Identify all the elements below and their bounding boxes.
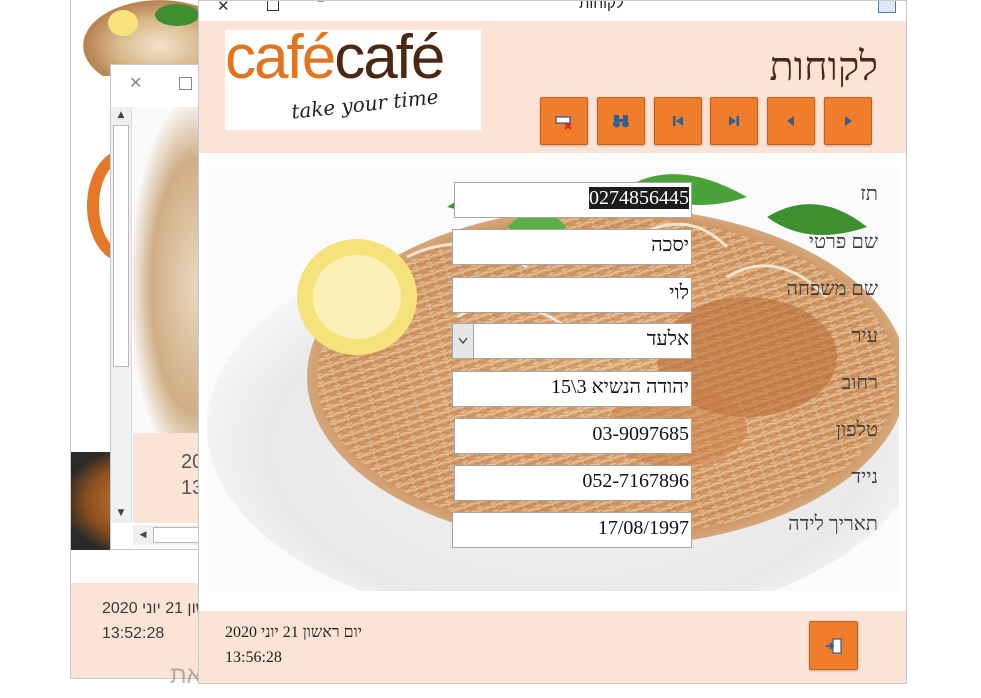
- minimize-icon[interactable]: –: [317, 1, 325, 9]
- cafe-cafe-logo: cafécafé take your time: [225, 23, 481, 130]
- scroll-down-icon[interactable]: ▼: [113, 505, 129, 521]
- last-record-icon: [729, 116, 739, 126]
- mobile-field[interactable]: 052-7167896: [454, 465, 692, 501]
- last-name-field[interactable]: לוי: [452, 277, 692, 313]
- next-record-button[interactable]: [824, 97, 872, 145]
- window-title: לקוחות: [579, 0, 624, 12]
- background-window[interactable]: ✕ 20 13 ▲ ▼ ◀: [110, 64, 212, 550]
- scroll-up-icon[interactable]: ▲: [113, 107, 129, 123]
- first-record-button[interactable]: [654, 97, 702, 145]
- find-button[interactable]: [597, 97, 645, 145]
- label-phone: טלפון: [835, 419, 878, 441]
- first-record-icon: [673, 116, 683, 126]
- binoculars-icon: [613, 115, 629, 128]
- scroll-thumb[interactable]: [113, 125, 129, 367]
- maximize-icon[interactable]: [179, 77, 192, 90]
- delete-record-icon: [555, 116, 572, 130]
- label-city: עיר: [851, 325, 878, 347]
- label-birth-date: תאריך לידה: [788, 513, 878, 535]
- label-id: תז: [860, 183, 878, 205]
- previous-icon: [787, 116, 794, 126]
- phone-field[interactable]: 03-9097685: [454, 418, 692, 454]
- close-icon[interactable]: ✕: [217, 1, 230, 15]
- last-record-button[interactable]: [710, 97, 758, 145]
- title-bar: ✕ – לקוחות: [199, 1, 906, 21]
- city-combobox[interactable]: אלעד: [452, 323, 692, 359]
- exit-door-icon: [825, 637, 842, 654]
- maximize-icon[interactable]: [267, 1, 279, 11]
- chevron-down-icon: [458, 337, 468, 345]
- delete-record-button[interactable]: [540, 97, 588, 145]
- label-street: רחוב: [841, 372, 878, 394]
- dropdown-button[interactable]: [453, 324, 474, 358]
- label-mobile: נייד: [851, 466, 878, 488]
- form-footer: יום ראשון 21 יוני 2020 13:56:28: [199, 611, 906, 683]
- form-title: לקוחות: [769, 44, 878, 89]
- next-icon: [845, 116, 852, 126]
- exit-button[interactable]: [809, 621, 858, 670]
- scroll-left-icon[interactable]: ◀: [135, 527, 151, 543]
- birth-date-field[interactable]: 17/08/1997: [452, 512, 692, 548]
- time-label: 13:56:28: [225, 649, 282, 666]
- form-body: תז 0274856445 שם פרטי יסכה שם משפחה לוי …: [199, 153, 906, 611]
- title-bar: ✕: [111, 65, 211, 103]
- form-header: cafécafé take your time לקוחות: [199, 21, 906, 153]
- close-icon[interactable]: ✕: [129, 73, 142, 92]
- first-name-field[interactable]: יסכה: [452, 229, 692, 265]
- id-field[interactable]: 0274856445: [454, 182, 692, 218]
- previous-record-button[interactable]: [767, 97, 815, 145]
- date-label: יום ראשון 21 יוני 2020: [225, 624, 362, 641]
- street-field[interactable]: יהודה הנשיא 3\15: [452, 371, 692, 407]
- label-last-name: שם משפחה: [786, 278, 878, 300]
- vertical-scrollbar[interactable]: ▲ ▼: [111, 107, 132, 523]
- customers-window[interactable]: ✕ – לקוחות cafécafé take your time לקוחו…: [198, 0, 907, 684]
- city-value: אלעד: [646, 328, 689, 350]
- label-first-name: שם פרטי: [808, 231, 878, 253]
- app-icon: [878, 1, 896, 13]
- time-label: 13:52:28: [102, 625, 165, 642]
